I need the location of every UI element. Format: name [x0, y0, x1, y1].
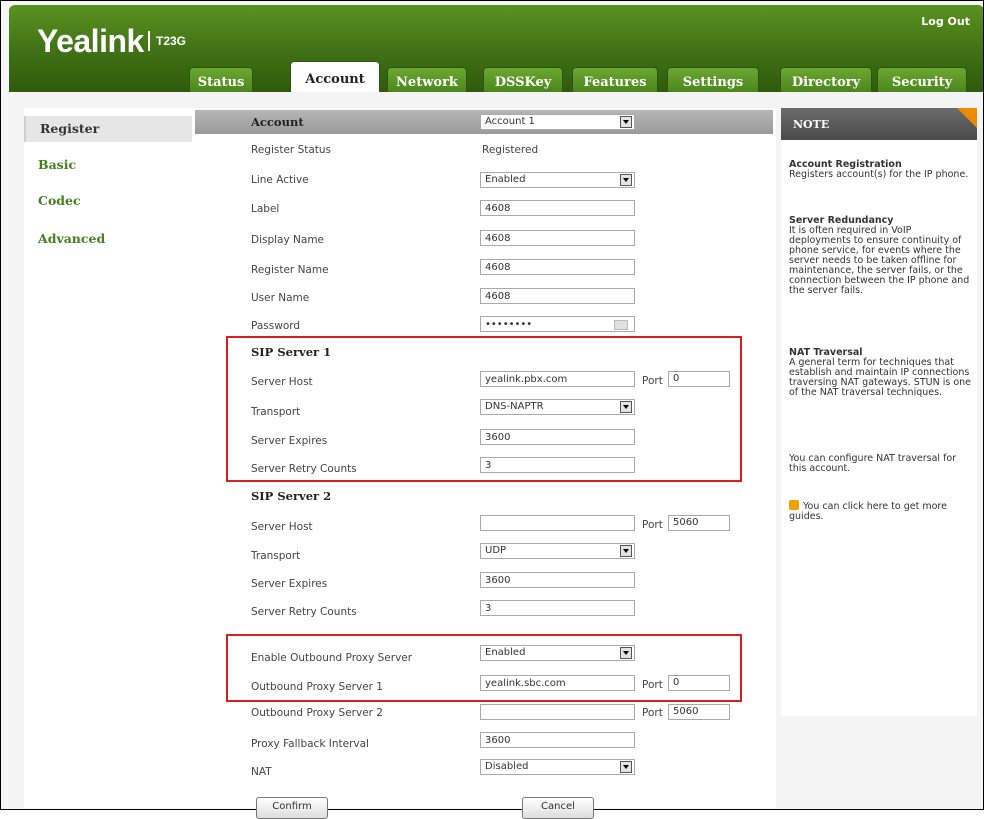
label-field[interactable]: 4608	[480, 200, 635, 216]
sip1-port-field[interactable]: 0	[668, 371, 730, 387]
sip1-server-host-label: Server Host	[251, 376, 313, 388]
sip2-server-host-field[interactable]	[480, 515, 635, 531]
password-value: ••••••••	[485, 319, 533, 330]
sip1-transport-select[interactable]: DNS-NAPTR	[480, 399, 635, 415]
line-active-label: Line Active	[251, 174, 309, 186]
sip2-transport-label: Transport	[251, 550, 301, 562]
outbound2-port-label: Port	[642, 707, 663, 719]
guide-text: You can click here to get more guides.	[789, 501, 947, 522]
account-select-value: Account 1	[485, 116, 535, 127]
sip1-server-expires-label: Server Expires	[251, 435, 328, 447]
sip2-server-expires-field[interactable]: 3600	[480, 572, 635, 588]
sip1-port-label: Port	[642, 375, 663, 387]
chevron-down-icon	[620, 647, 632, 659]
line-active-select[interactable]: Enabled	[480, 172, 635, 188]
nat-select[interactable]: Disabled	[480, 759, 635, 775]
sidebar-item-register[interactable]: Register	[24, 116, 192, 142]
sip1-retry-field[interactable]: 3	[480, 457, 635, 473]
sip2-server-expires-label: Server Expires	[251, 578, 328, 590]
sip2-transport-select[interactable]: UDP	[480, 543, 635, 559]
confirm-button[interactable]: Confirm	[256, 797, 328, 819]
note-section-redundancy: Server Redundancy It is often required i…	[789, 216, 974, 296]
note-text: A general term for techniques that estab…	[789, 357, 971, 398]
display-name-label: Display Name	[251, 234, 325, 246]
sip-server-1-title: SIP Server 1	[251, 345, 332, 359]
outbound1-field[interactable]: yealink.sbc.com	[480, 675, 635, 691]
note-header: NOTE	[781, 108, 977, 140]
model-label: T23G	[148, 31, 186, 51]
chevron-down-icon	[620, 116, 632, 128]
chevron-down-icon	[620, 174, 632, 186]
display-name-field[interactable]: 4608	[480, 230, 635, 246]
fallback-label: Proxy Fallback Interval	[251, 738, 369, 750]
outbound1-port-field[interactable]: 0	[668, 675, 730, 691]
register-status-label: Register Status	[251, 144, 332, 156]
register-name-label: Register Name	[251, 264, 329, 276]
chevron-down-icon	[620, 401, 632, 413]
account-select[interactable]: Account 1	[480, 114, 635, 130]
password-label: Password	[251, 320, 301, 332]
sip1-retry-label: Server Retry Counts	[251, 463, 357, 475]
brand-logo: Yealink	[37, 23, 144, 59]
note-text: It is often required in VoIP deployments…	[789, 225, 970, 296]
outbound1-label: Outbound Proxy Server 1	[251, 681, 383, 693]
user-name-field[interactable]: 4608	[480, 288, 635, 304]
book-icon	[789, 500, 799, 510]
fallback-field[interactable]: 3600	[480, 732, 635, 748]
chevron-down-icon	[620, 761, 632, 773]
sip1-transport-value: DNS-NAPTR	[485, 401, 544, 412]
account-label: Account	[251, 115, 304, 129]
note-text: You can configure NAT traversal for this…	[789, 453, 957, 474]
note-corner-accent	[957, 108, 977, 128]
sip1-server-expires-field[interactable]: 3600	[480, 429, 635, 445]
keyboard-icon	[614, 320, 628, 330]
outbound2-label: Outbound Proxy Server 2	[251, 707, 383, 719]
note-guide-link[interactable]: You can click here to get more guides.	[789, 500, 974, 522]
sip1-transport-label: Transport	[251, 406, 301, 418]
sip2-retry-field[interactable]: 3	[480, 600, 635, 616]
chevron-down-icon	[620, 545, 632, 557]
label-label: Label	[251, 203, 280, 215]
nat-label: NAT	[251, 766, 272, 778]
outbound1-port-label: Port	[642, 679, 663, 691]
cancel-button[interactable]: Cancel	[522, 797, 594, 819]
sip2-transport-value: UDP	[485, 545, 507, 556]
sip1-server-host-field[interactable]: yealink.pbx.com	[480, 371, 635, 387]
nat-value: Disabled	[485, 761, 529, 772]
sip2-server-host-label: Server Host	[251, 521, 313, 533]
user-name-label: User Name	[251, 292, 310, 304]
note-section-nat: NAT Traversal A general term for techniq…	[789, 348, 974, 398]
sidebar-item-advanced[interactable]: Advanced	[24, 226, 192, 252]
outbound2-field[interactable]	[480, 704, 635, 720]
register-name-field[interactable]: 4608	[480, 259, 635, 275]
sidebar-item-codec[interactable]: Codec	[24, 188, 192, 214]
header-bar: Yealink T23G Log Out Status Account Netw…	[9, 5, 983, 97]
outbound2-port-field[interactable]: 5060	[668, 704, 730, 720]
register-status-value: Registered	[482, 144, 539, 156]
sidebar: Register Basic Codec Advanced	[24, 108, 196, 808]
outbound-enable-select[interactable]: Enabled	[480, 645, 635, 661]
outbound-enable-value: Enabled	[485, 647, 526, 658]
password-field[interactable]: ••••••••	[480, 316, 635, 332]
sip2-port-field[interactable]: 5060	[668, 515, 730, 531]
note-section-registration: Account Registration Registers account(s…	[789, 160, 974, 180]
line-active-value: Enabled	[485, 174, 526, 185]
note-text: Registers account(s) for the IP phone.	[789, 169, 969, 180]
sip2-port-label: Port	[642, 519, 663, 531]
note-panel: NOTE Account Registration Registers acco…	[781, 108, 977, 716]
outbound-enable-label: Enable Outbound Proxy Server	[251, 652, 413, 664]
logout-link[interactable]: Log Out	[921, 15, 970, 28]
sip-server-2-title: SIP Server 2	[251, 489, 332, 503]
sip2-retry-label: Server Retry Counts	[251, 606, 357, 618]
sidebar-item-basic[interactable]: Basic	[24, 152, 192, 178]
note-section-configure: You can configure NAT traversal for this…	[789, 454, 974, 474]
